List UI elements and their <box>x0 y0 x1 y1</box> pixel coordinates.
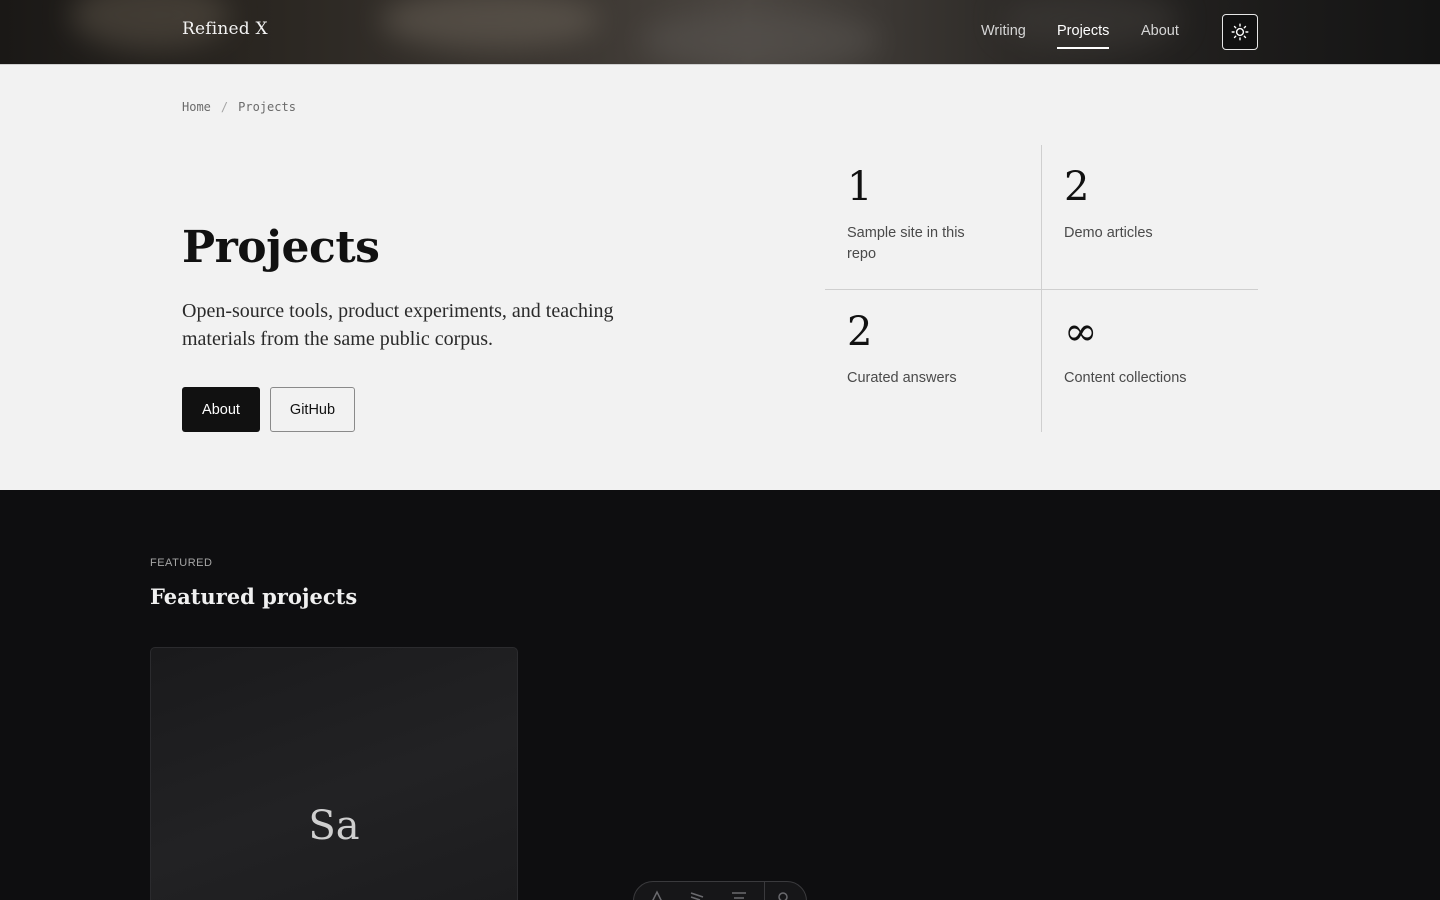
about-button[interactable]: About <box>182 387 260 432</box>
stats-divider-horizontal <box>825 289 1258 290</box>
toolbar-divider <box>764 882 765 900</box>
header-backdrop-shape <box>380 0 600 50</box>
stat-value: 1 <box>847 164 873 210</box>
stat-sample-site: 1 Sample site in this repo <box>847 165 1017 265</box>
brand-logo[interactable]: Refined X <box>182 19 268 39</box>
stat-value: 2 <box>1064 164 1090 210</box>
section-kicker: FEATURED <box>150 557 213 569</box>
stat-label: Demo articles <box>1064 225 1153 241</box>
gear-icon[interactable] <box>774 888 792 900</box>
stat-value: 2 <box>847 309 873 355</box>
stat-label: Sample site in this repo <box>847 225 965 262</box>
stat-curated-answers: 2 Curated answers <box>847 310 1017 389</box>
header-backdrop-shape <box>640 10 880 64</box>
section-title: Featured projects <box>150 584 358 609</box>
stat-value: ∞ <box>1064 309 1098 355</box>
project-card[interactable]: Sa <box>150 647 518 900</box>
project-card-initials: Sa <box>308 803 360 849</box>
stat-label: Curated answers <box>847 370 957 386</box>
stat-content-collections: ∞ Content collections <box>1064 310 1234 389</box>
page-title: Projects <box>182 222 380 273</box>
menu-icon[interactable] <box>730 888 748 900</box>
github-button[interactable]: GitHub <box>270 387 355 432</box>
theme-toggle-button[interactable] <box>1222 14 1258 50</box>
featured-section: FEATURED Featured projects Sa <box>0 490 1440 900</box>
nav-item-projects[interactable]: Projects <box>1057 23 1110 49</box>
breadcrumb-home[interactable]: Home <box>182 100 211 114</box>
stat-label: Content collections <box>1064 370 1187 386</box>
breadcrumb: Home / Projects <box>182 100 296 114</box>
pen-icon[interactable] <box>648 888 666 900</box>
top-bar: Refined X Writing Projects About <box>0 0 1440 65</box>
floating-toolbar <box>633 881 807 900</box>
breadcrumb-current: Projects <box>238 100 296 114</box>
nav-item-about[interactable]: About <box>1141 23 1179 39</box>
page-lede: Open-source tools, product experiments, … <box>182 300 614 350</box>
stat-demo-articles: 2 Demo articles <box>1064 165 1234 244</box>
sun-icon <box>1231 23 1249 41</box>
brush-icon[interactable] <box>688 888 706 900</box>
breadcrumb-separator: / <box>220 100 229 114</box>
nav-item-writing[interactable]: Writing <box>981 23 1026 39</box>
stats-grid: 1 Sample site in this repo 2 Demo articl… <box>825 145 1258 432</box>
